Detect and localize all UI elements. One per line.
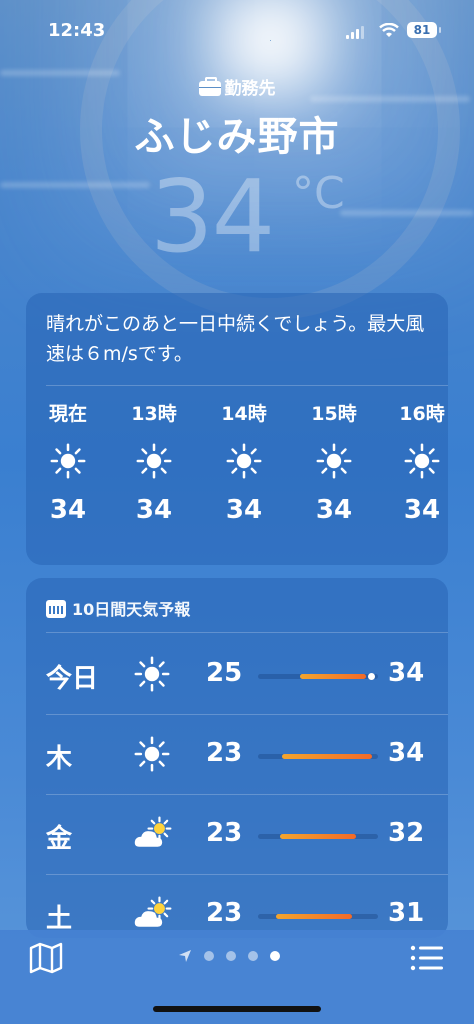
forecast-high: 31 — [388, 898, 425, 928]
home-indicator[interactable] — [153, 1006, 321, 1012]
current-temp-dot — [368, 673, 375, 680]
temperature-range-fill — [279, 834, 357, 839]
forecast-day: 木 — [46, 744, 73, 774]
hour-label: 16時 — [399, 403, 445, 425]
partly-cloudy-icon — [134, 816, 174, 852]
hourly-item: 16時 34 — [386, 399, 448, 525]
temperature-range-fill — [300, 674, 366, 679]
wifi-icon — [379, 23, 399, 37]
temperature-range-fill — [276, 914, 352, 919]
forecast-low: 23 — [206, 898, 243, 928]
sun-icon — [50, 443, 86, 479]
forecast-row[interactable]: 今日 25 34 — [26, 634, 448, 715]
temperature-range-fill — [282, 754, 372, 759]
page-dot[interactable] — [248, 951, 258, 961]
hour-label: 15時 — [311, 403, 357, 425]
forecast-row[interactable]: 土 23 31 — [26, 874, 448, 938]
page-dot[interactable] — [204, 951, 214, 961]
ten-day-forecast-card[interactable]: 10日間天気予報 今日 25 34 木 23 34 金 23 32 土 23 3… — [26, 578, 448, 938]
city-name: ふじみ野市 — [134, 114, 340, 160]
list-icon[interactable] — [410, 944, 444, 972]
divider — [46, 385, 448, 386]
temperature-unit: °C — [292, 168, 345, 219]
location-arrow-icon — [179, 950, 191, 962]
forecast-low: 23 — [206, 818, 243, 848]
sun-icon — [316, 443, 352, 479]
cloud-streak — [0, 182, 150, 188]
temperature-range-bar — [258, 754, 378, 759]
hour-label: 現在 — [48, 403, 87, 425]
forecast-row[interactable]: 金 23 32 — [26, 794, 448, 875]
forecast-low: 25 — [206, 658, 243, 688]
hour-temperature: 34 — [225, 495, 263, 525]
temperature-range-bar — [258, 673, 378, 680]
location-label-text: 勤務先 — [224, 79, 276, 99]
hour-label: 13時 — [131, 403, 177, 425]
sun-icon — [226, 443, 262, 479]
hour-temperature: 34 — [403, 495, 441, 525]
status-bar: 12:43 81 — [0, 18, 474, 46]
bottom-toolbar — [0, 930, 474, 1024]
divider — [46, 632, 448, 633]
current-temperature: 34 — [150, 158, 275, 275]
map-icon[interactable] — [28, 942, 64, 974]
hourly-item: 現在 34 — [32, 399, 104, 525]
hour-temperature: 34 — [49, 495, 87, 525]
briefcase-icon — [198, 77, 221, 96]
forecast-day: 今日 — [46, 664, 99, 694]
hour-temperature: 34 — [135, 495, 173, 525]
page-dot[interactable] — [226, 951, 236, 961]
forecast-day: 金 — [46, 824, 73, 854]
weather-summary: 晴れがこのあと一日中続くでしょう。最大風速は６m/sです。 — [46, 313, 425, 365]
forecast-high: 32 — [388, 818, 425, 848]
hourly-item: 13時 34 — [118, 399, 190, 525]
battery-indicator: 81 — [407, 22, 441, 38]
forecast-low: 23 — [206, 738, 243, 768]
sun-icon — [136, 443, 172, 479]
calendar-icon — [46, 600, 66, 618]
forecast-row[interactable]: 木 23 34 — [26, 714, 448, 795]
forecast-header: 10日間天気予報 — [46, 596, 190, 620]
status-time: 12:43 — [48, 20, 106, 41]
sun-icon — [404, 443, 440, 479]
hourly-item: 14時 34 — [208, 399, 280, 525]
cloud-streak — [340, 210, 474, 216]
page-indicator[interactable] — [178, 949, 280, 963]
forecast-title: 10日間天気予報 — [72, 600, 191, 619]
temperature-range-bar — [258, 834, 378, 839]
cellular-signal-icon — [346, 26, 364, 39]
forecast-high: 34 — [388, 738, 425, 768]
partly-cloudy-icon — [134, 896, 174, 932]
hourly-item: 15時 34 — [298, 399, 370, 525]
hour-temperature: 34 — [315, 495, 353, 525]
location-label: 勤務先 — [0, 74, 474, 99]
hour-label: 14時 — [221, 403, 267, 425]
page-dot-active[interactable] — [270, 951, 280, 961]
sun-icon — [134, 656, 174, 692]
sun-icon — [134, 736, 174, 772]
forecast-high: 34 — [388, 658, 425, 688]
hourly-list[interactable]: 現在 34 13時 34 14時 34 15時 34 16時 34 — [26, 399, 448, 549]
hourly-forecast-card[interactable]: 晴れがこのあと一日中続くでしょう。最大風速は６m/sです。 現在 34 13時 3… — [26, 293, 448, 565]
temperature-range-bar — [258, 914, 378, 919]
